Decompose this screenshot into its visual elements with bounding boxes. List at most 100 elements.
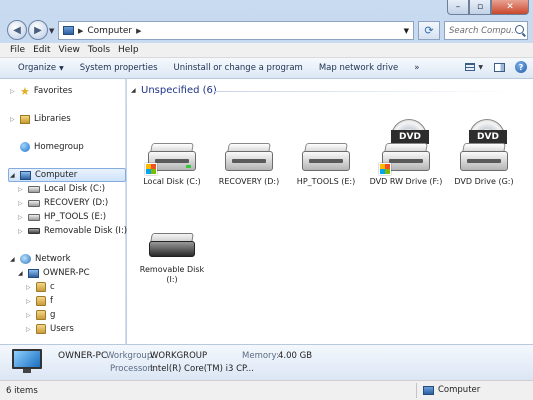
nav-network[interactable]: ◢ Network	[10, 254, 71, 264]
group-header[interactable]: ◢ Unspecified (6)	[131, 85, 217, 96]
content-pane: ◢ Unspecified (6) Local Disk (C:) RECOVE…	[127, 79, 533, 344]
help-button[interactable]: ?	[515, 61, 527, 73]
close-button[interactable]: ✕	[491, 0, 529, 15]
nav-favorites[interactable]: ▷ ★ Favorites	[10, 86, 72, 97]
drive-label: DVD Drive (G:)	[454, 177, 514, 186]
more-commands-button[interactable]: »	[406, 63, 427, 73]
expand-arrow-icon[interactable]: ▷	[18, 228, 24, 235]
menu-edit[interactable]: Edit	[29, 45, 54, 55]
windows-logo-icon	[379, 163, 391, 175]
drive-label: Local Disk (C:)	[143, 177, 201, 186]
address-dropdown-icon[interactable]: ▼	[404, 27, 409, 35]
shared-folder-icon	[36, 296, 46, 306]
menu-file[interactable]: File	[6, 45, 29, 55]
nav-label: c	[50, 282, 55, 292]
drive-item-d[interactable]: RECOVERY (D:)	[212, 131, 286, 187]
removable-disk-icon	[145, 219, 199, 263]
nav-label: Libraries	[34, 114, 71, 124]
refresh-button[interactable]: ⟳	[418, 21, 440, 40]
search-input[interactable]: Search Compu...	[444, 21, 528, 40]
expand-arrow-icon[interactable]: ▷	[18, 186, 24, 193]
drive-item-c[interactable]: Local Disk (C:)	[135, 131, 209, 187]
collapse-arrow-icon[interactable]: ◢	[131, 87, 137, 94]
nav-drive-e[interactable]: ▷ HP_TOOLS (E:)	[18, 212, 106, 222]
expand-arrow-icon[interactable]: ▷	[10, 116, 16, 123]
nav-label: Removable Disk (I:)	[44, 226, 128, 236]
drive-item-g[interactable]: DVD DVD Drive (G:)	[447, 119, 521, 187]
expand-arrow-icon[interactable]: ▷	[26, 284, 32, 291]
homegroup-icon	[20, 142, 30, 152]
system-properties-button[interactable]: System properties	[72, 63, 166, 73]
breadcrumb-arrow-icon[interactable]: ▶	[136, 27, 141, 35]
drive-item-i[interactable]: Removable Disk (I:)	[135, 219, 209, 285]
nav-drive-d[interactable]: ▷ RECOVERY (D:)	[18, 198, 108, 208]
drive-label: Removable Disk (I:)	[139, 265, 205, 284]
nav-libraries[interactable]: ▷ Libraries	[10, 114, 71, 124]
expand-arrow-icon[interactable]: ▷	[18, 200, 24, 207]
maximize-button[interactable]: ▫	[469, 0, 491, 15]
map-network-drive-button[interactable]: Map network drive	[311, 63, 406, 73]
drive-label: HP_TOOLS (E:)	[296, 177, 356, 186]
nav-label: OWNER-PC	[43, 268, 90, 278]
nav-share-g[interactable]: ▷ g	[26, 310, 55, 320]
nav-drive-i[interactable]: ▷ Removable Disk (I:)	[18, 226, 127, 236]
expand-arrow-icon[interactable]: ▷	[26, 298, 32, 305]
search-icon[interactable]	[515, 25, 524, 34]
address-bar[interactable]: ▶ Computer ▶ ▼	[58, 21, 414, 40]
computer-icon	[20, 170, 31, 180]
minimize-button[interactable]: –	[447, 0, 469, 15]
preview-pane-icon	[493, 62, 505, 72]
back-button[interactable]: ◀	[7, 20, 27, 40]
expand-arrow-icon[interactable]: ▷	[10, 88, 16, 95]
nav-label: Computer	[35, 170, 78, 180]
forward-button[interactable]: ▶	[28, 20, 48, 40]
organize-button[interactable]: Organize ▼	[10, 63, 72, 73]
shared-folder-icon	[36, 324, 46, 334]
nav-share-users[interactable]: ▷ Users	[26, 324, 74, 334]
hard-disk-icon	[28, 185, 40, 193]
breadcrumb-arrow-icon[interactable]: ▶	[78, 27, 83, 35]
menu-help[interactable]: Help	[114, 45, 143, 55]
computer-icon	[423, 385, 434, 395]
status-bar: 6 items Computer	[0, 380, 533, 400]
drive-label: RECOVERY (D:)	[218, 177, 280, 186]
address-row: ◀ ▶ ▼ ▶ Computer ▶ ▼ ⟳ Search Compu...	[0, 17, 533, 43]
expand-arrow-icon[interactable]: ▷	[26, 326, 32, 333]
uninstall-program-button[interactable]: Uninstall or change a program	[166, 63, 311, 73]
search-placeholder: Search Compu...	[449, 25, 515, 36]
command-bar: Organize ▼ System properties Uninstall or…	[0, 58, 533, 79]
nav-homegroup[interactable]: Homegroup	[10, 142, 84, 152]
preview-pane-button[interactable]	[493, 61, 505, 73]
libraries-icon	[20, 114, 30, 124]
nav-owner-pc[interactable]: ◢ OWNER-PC	[18, 268, 90, 278]
workgroup-value: WORKGROUP	[150, 351, 208, 361]
nav-computer[interactable]: ◢ Computer	[8, 168, 126, 182]
drive-item-f[interactable]: DVD DVD RW Drive (F:)	[369, 119, 443, 187]
nav-label: HP_TOOLS (E:)	[44, 212, 107, 222]
nav-share-f[interactable]: ▷ f	[26, 296, 53, 306]
recent-pages-dropdown-icon[interactable]: ▼	[49, 27, 54, 35]
nav-share-c[interactable]: ▷ c	[26, 282, 55, 292]
shared-folder-icon	[36, 310, 46, 320]
nav-label: Network	[35, 254, 71, 264]
expand-arrow-icon[interactable]: ▷	[26, 312, 32, 319]
memory-label: Memory:	[242, 351, 279, 361]
nav-drive-c[interactable]: ▷ Local Disk (C:)	[18, 184, 105, 194]
computer-icon	[28, 268, 39, 278]
views-icon	[465, 63, 476, 71]
collapse-arrow-icon[interactable]: ◢	[10, 256, 16, 263]
hard-disk-icon	[299, 131, 353, 175]
breadcrumb-computer[interactable]: Computer	[87, 26, 132, 36]
change-view-button[interactable]	[464, 61, 476, 73]
collapse-arrow-icon[interactable]: ◢	[10, 172, 16, 179]
drive-item-e[interactable]: HP_TOOLS (E:)	[289, 131, 363, 187]
group-divider	[215, 91, 520, 92]
computer-icon	[12, 349, 42, 373]
expand-arrow-icon[interactable]: ▷	[18, 214, 24, 221]
menu-view[interactable]: View	[55, 45, 84, 55]
processor-label: Processor:	[110, 364, 154, 374]
menu-tools[interactable]: Tools	[84, 45, 114, 55]
views-dropdown-icon[interactable]: ▼	[478, 64, 483, 71]
hard-disk-icon	[145, 131, 199, 175]
collapse-arrow-icon[interactable]: ◢	[18, 270, 24, 277]
